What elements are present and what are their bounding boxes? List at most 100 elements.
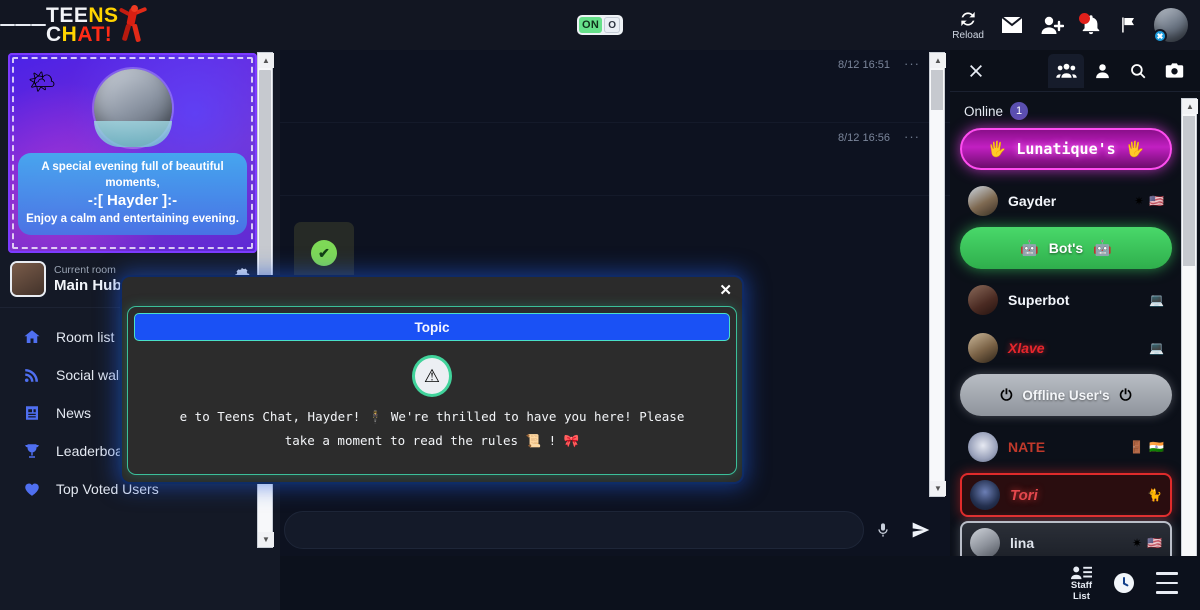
add-friend-button[interactable] xyxy=(1040,15,1064,35)
user-row-tori[interactable]: Tori 🐈 xyxy=(960,473,1172,517)
sidebar-item-label: Social wall xyxy=(56,367,123,383)
room-avatar xyxy=(12,263,44,295)
banner-line-2: -:[ Hayder ]:- xyxy=(87,192,178,209)
online-header: Online 1 xyxy=(960,92,1172,128)
user-row-gayder[interactable]: Gayder ✷ 🇺🇸 xyxy=(960,179,1172,223)
avatar xyxy=(970,528,1000,558)
modal-topic-banner[interactable]: Topic xyxy=(134,313,730,341)
hamburger-icon xyxy=(1156,591,1178,594)
site-logo[interactable]: TEENS CHAT! xyxy=(46,0,150,50)
tab-group[interactable] xyxy=(1048,53,1084,88)
close-icon xyxy=(970,64,982,77)
more-menu-button[interactable] xyxy=(1156,569,1178,598)
avatar xyxy=(968,333,998,363)
message-timestamp: 8/12 16:56 xyxy=(838,132,890,144)
menu-toggle-button[interactable] xyxy=(0,0,46,50)
online-status-toggle[interactable]: ON O xyxy=(577,15,623,35)
report-button[interactable] xyxy=(1118,14,1138,36)
flag-icon: 🇺🇸 xyxy=(1149,194,1164,208)
search-icon xyxy=(1131,63,1146,78)
history-button[interactable] xyxy=(1114,573,1134,593)
app-root: TEENS CHAT! ON O Reload ✖ 🌤 A special ev… xyxy=(0,0,1200,610)
scroll-down-icon[interactable]: ▼ xyxy=(930,481,946,496)
flag-icon xyxy=(1122,17,1134,33)
toggle-knob: O xyxy=(604,17,621,33)
promo-banner[interactable]: 🌤 A special evening full of beautiful mo… xyxy=(8,53,257,253)
user-badges: 🐈 xyxy=(1147,488,1162,502)
add-user-icon xyxy=(1041,16,1064,34)
home-icon xyxy=(22,328,42,346)
online-label: Online xyxy=(964,103,1004,119)
scrollbar-thumb[interactable] xyxy=(259,70,271,283)
hand-icon: 🖐 xyxy=(987,141,1007,158)
notifications-button[interactable] xyxy=(1079,13,1102,36)
users-panel-tabs xyxy=(950,50,1200,92)
notification-dot xyxy=(1079,13,1090,24)
close-panel-button[interactable] xyxy=(958,54,994,88)
banner-line-3: Enjoy a calm and entertaining evening. xyxy=(26,213,239,225)
scrollbar-thumb[interactable] xyxy=(931,70,943,110)
group-header-offline[interactable]: ⏻ Offline User's ⏻ xyxy=(960,374,1172,416)
rss-icon xyxy=(22,366,42,384)
banner-line-1: A special evening full of beautiful mome… xyxy=(41,161,224,189)
reload-icon xyxy=(961,11,975,27)
user-badges: ✷ 🇺🇸 xyxy=(1134,194,1164,208)
modal-message-line-1: e to Teens Chat, Hayder! 🕴 We're thrille… xyxy=(179,409,685,424)
user-name: Xlave xyxy=(1008,340,1045,356)
dancer-icon xyxy=(116,4,150,46)
user-row-nate[interactable]: NATE 🚪 🇮🇳 xyxy=(960,425,1172,469)
users-panel-scrollbar[interactable]: ▲ ▼ xyxy=(1181,98,1198,576)
scroll-down-icon[interactable]: ▼ xyxy=(258,532,274,547)
users-panel: Online 1 🖐 Lunatique's 🖐 Gayder ✷ 🇺🇸 🤖 B… xyxy=(950,50,1200,610)
message-menu-button[interactable]: ··· xyxy=(904,129,920,144)
microphone-button[interactable] xyxy=(864,520,902,540)
reload-button[interactable]: Reload xyxy=(952,9,984,41)
staff-list-button[interactable]: Staff List xyxy=(1071,565,1092,602)
power-icon: ⏻ xyxy=(1119,386,1132,404)
scroll-up-icon[interactable]: ▲ xyxy=(930,53,946,68)
sidebar-item-label: Top Voted Users xyxy=(56,481,159,497)
user-avatar[interactable]: ✖ xyxy=(1153,8,1188,43)
hamburger-icon xyxy=(30,24,46,26)
hamburger-icon xyxy=(15,24,31,26)
chat-message: 8/12 16:51 ··· xyxy=(280,50,950,123)
welcome-modal: ✕ Topic ⚠ e to Teens Chat, Hayder! 🕴 We'… xyxy=(122,277,742,482)
group-header-lunatique[interactable]: 🖐 Lunatique's 🖐 xyxy=(960,128,1172,170)
logo-part-3: C xyxy=(46,23,62,46)
warning-icon: ⚠ xyxy=(412,355,452,397)
close-icon[interactable]: ✕ xyxy=(719,281,732,299)
door-icon: 🚪 xyxy=(1129,440,1145,454)
heart-icon xyxy=(22,480,42,498)
scroll-up-icon[interactable]: ▲ xyxy=(258,53,274,68)
power-icon: ⏻ xyxy=(1000,386,1013,404)
scroll-up-icon[interactable]: ▲ xyxy=(1182,99,1198,114)
robot-icon: 🤖 xyxy=(1020,240,1039,257)
group-header-bots[interactable]: 🤖 Bot's 🤖 xyxy=(960,227,1172,269)
header-actions: Reload ✖ xyxy=(952,0,1200,50)
user-row-xlave[interactable]: Xlave 💻 xyxy=(960,326,1172,370)
tab-person[interactable] xyxy=(1084,54,1120,88)
send-button[interactable] xyxy=(902,520,940,540)
send-icon xyxy=(912,522,930,538)
modal-body: Topic ⚠ e to Teens Chat, Hayder! 🕴 We're… xyxy=(128,307,736,474)
robot-icon: 🤖 xyxy=(1093,240,1112,257)
computer-icon: 💻 xyxy=(1149,341,1164,355)
messages-button[interactable] xyxy=(1000,15,1024,35)
users-list: Online 1 🖐 Lunatique's 🖐 Gayder ✷ 🇺🇸 🤖 B… xyxy=(950,92,1182,592)
message-input[interactable] xyxy=(284,511,864,549)
star-icon: ✷ xyxy=(1131,536,1143,550)
online-count-badge: 1 xyxy=(1010,102,1029,120)
user-name: lina xyxy=(1010,535,1035,551)
trophy-icon xyxy=(22,442,42,460)
avatar xyxy=(968,432,998,462)
message-menu-button[interactable]: ··· xyxy=(904,56,920,71)
avatar xyxy=(968,186,998,216)
chat-scrollbar[interactable]: ▲ ▼ xyxy=(929,52,946,497)
user-row-superbot[interactable]: Superbot 💻 xyxy=(960,278,1172,322)
user-name: Superbot xyxy=(1008,292,1070,308)
tab-search[interactable] xyxy=(1120,54,1156,88)
user-badges: 💻 xyxy=(1149,341,1164,355)
scrollbar-thumb[interactable] xyxy=(1183,116,1195,266)
clock-icon xyxy=(1114,573,1134,593)
tab-camera[interactable] xyxy=(1156,54,1192,88)
